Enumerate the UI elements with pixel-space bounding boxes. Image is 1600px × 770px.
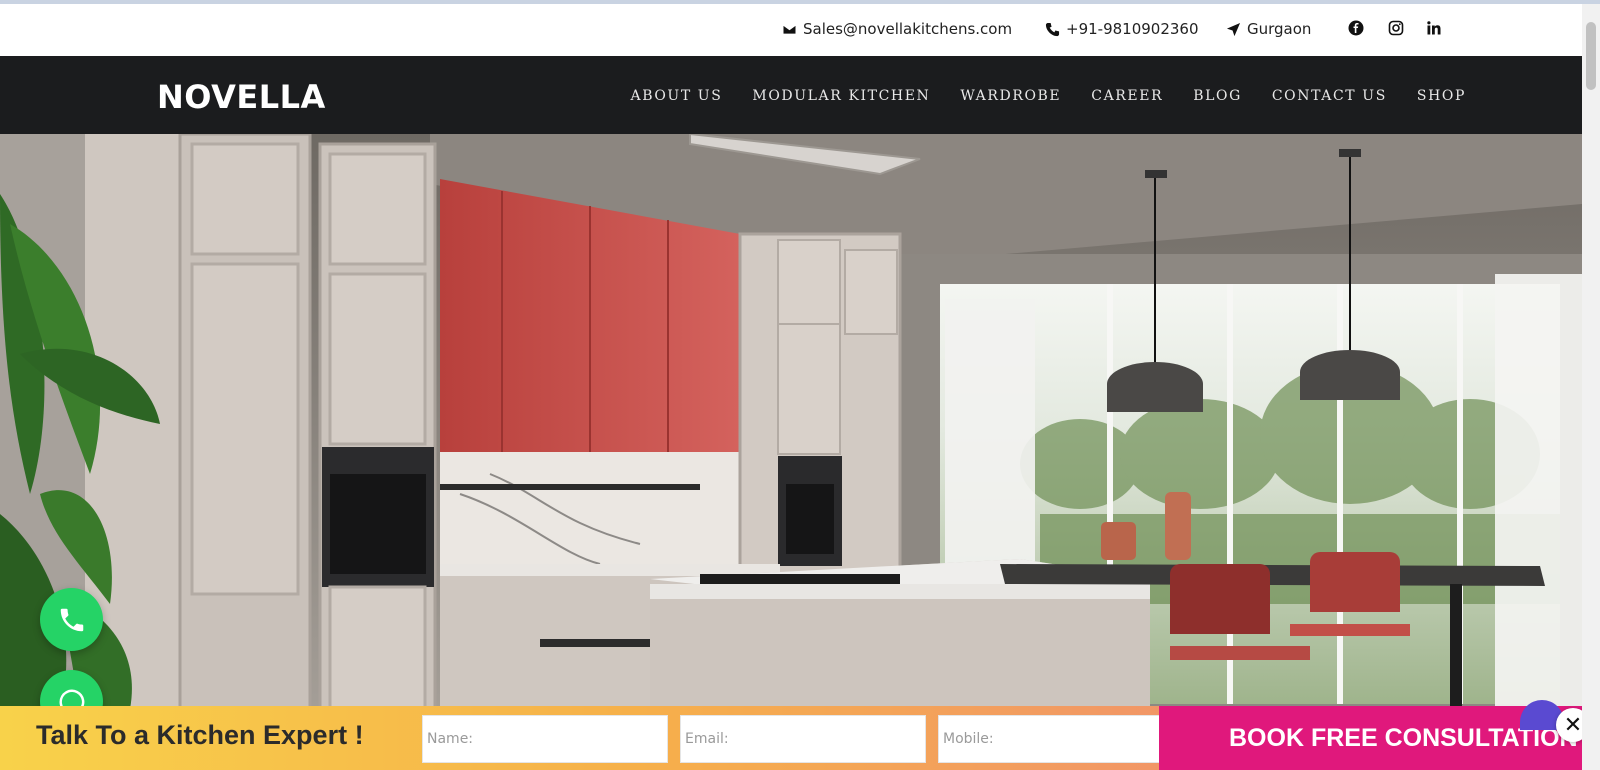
- nav-wardrobe[interactable]: WARDROBE: [960, 88, 1061, 104]
- cta-title: Talk To a Kitchen Expert !: [36, 720, 364, 750]
- location-contact[interactable]: Gurgaon: [1226, 20, 1311, 38]
- name-field[interactable]: [422, 715, 668, 763]
- location-text: Gurgaon: [1247, 20, 1312, 38]
- main-nav: ABOUT US MODULAR KITCHEN WARDROBE CAREER…: [630, 88, 1466, 104]
- consultation-bar: Talk To a Kitchen Expert ! BOOK FREE CON…: [0, 706, 1582, 770]
- mobile-field[interactable]: [938, 715, 1184, 763]
- instagram-icon[interactable]: [1386, 18, 1406, 38]
- nav-blog[interactable]: BLOG: [1193, 88, 1242, 104]
- envelope-icon: [782, 23, 797, 35]
- page: Sales@novellakitchens.com +91-9810902360…: [0, 0, 1600, 770]
- nav-shop[interactable]: SHOP: [1417, 88, 1466, 104]
- nav-career[interactable]: CAREER: [1091, 88, 1163, 104]
- email-contact[interactable]: Sales@novellakitchens.com: [782, 20, 1012, 38]
- page-scrollbar[interactable]: [1582, 4, 1600, 770]
- location-arrow-icon: [1226, 22, 1241, 36]
- main-navbar: NOVELLA ABOUT US MODULAR KITCHEN WARDROB…: [0, 56, 1582, 134]
- nav-contact-us[interactable]: CONTACT US: [1272, 88, 1387, 104]
- phone-icon: [1045, 22, 1060, 36]
- phone-text: +91-9810902360: [1066, 20, 1199, 38]
- nav-about-us[interactable]: ABOUT US: [630, 88, 722, 104]
- hero-kitchen-image: [0, 134, 1582, 709]
- book-consultation-button[interactable]: BOOK FREE CONSULTATION: [1159, 706, 1582, 770]
- phone-contact[interactable]: +91-9810902360: [1045, 20, 1199, 38]
- phone-icon: [60, 608, 83, 631]
- brand-logo[interactable]: NOVELLA: [157, 78, 326, 116]
- email-field[interactable]: [680, 715, 926, 763]
- scrollbar-thumb[interactable]: [1586, 22, 1596, 90]
- top-info-bar: Sales@novellakitchens.com +91-9810902360…: [0, 4, 1582, 56]
- nav-modular-kitchen[interactable]: MODULAR KITCHEN: [752, 88, 930, 104]
- call-button[interactable]: [40, 588, 103, 651]
- kitchen-illustration: [0, 134, 1582, 709]
- facebook-icon[interactable]: [1346, 18, 1366, 38]
- email-text: Sales@novellakitchens.com: [803, 20, 1013, 38]
- linkedin-icon[interactable]: [1424, 18, 1444, 38]
